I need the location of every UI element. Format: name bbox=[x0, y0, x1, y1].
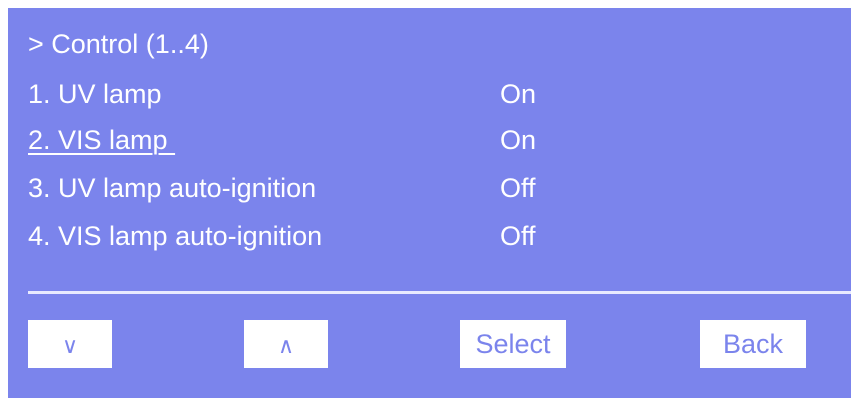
menu-item-vis-lamp-auto-ignition-value: Off bbox=[500, 221, 536, 251]
select-button[interactable]: Select bbox=[460, 320, 566, 368]
chevron-down-icon: ∨ bbox=[61, 333, 79, 358]
down-button[interactable]: ∨ bbox=[28, 320, 112, 368]
menu-item-vis-lamp-value: On bbox=[500, 125, 537, 155]
menu-header: > Control (1..4) bbox=[28, 29, 209, 59]
menu-item-uv-lamp-auto-ignition-value: Off bbox=[500, 173, 536, 203]
menu-item-vis-lamp-auto-ignition-label[interactable]: 4. VIS lamp auto-ignition bbox=[28, 219, 322, 253]
chevron-up-icon: ∧ bbox=[277, 333, 295, 358]
divider bbox=[28, 291, 851, 294]
menu-item-uv-lamp-label[interactable]: 1. UV lamp bbox=[28, 77, 162, 111]
menu-item-vis-lamp-label[interactable]: 2. VIS lamp bbox=[28, 123, 175, 157]
menu-item-uv-lamp-auto-ignition-label[interactable]: 3. UV lamp auto-ignition bbox=[28, 171, 316, 205]
up-button[interactable]: ∧ bbox=[244, 320, 328, 368]
back-button[interactable]: Back bbox=[700, 320, 806, 368]
control-menu-screen: > Control (1..4) 1. UV lamp On 2. VIS la… bbox=[8, 8, 851, 398]
menu-item-uv-lamp-value: On bbox=[500, 79, 537, 109]
